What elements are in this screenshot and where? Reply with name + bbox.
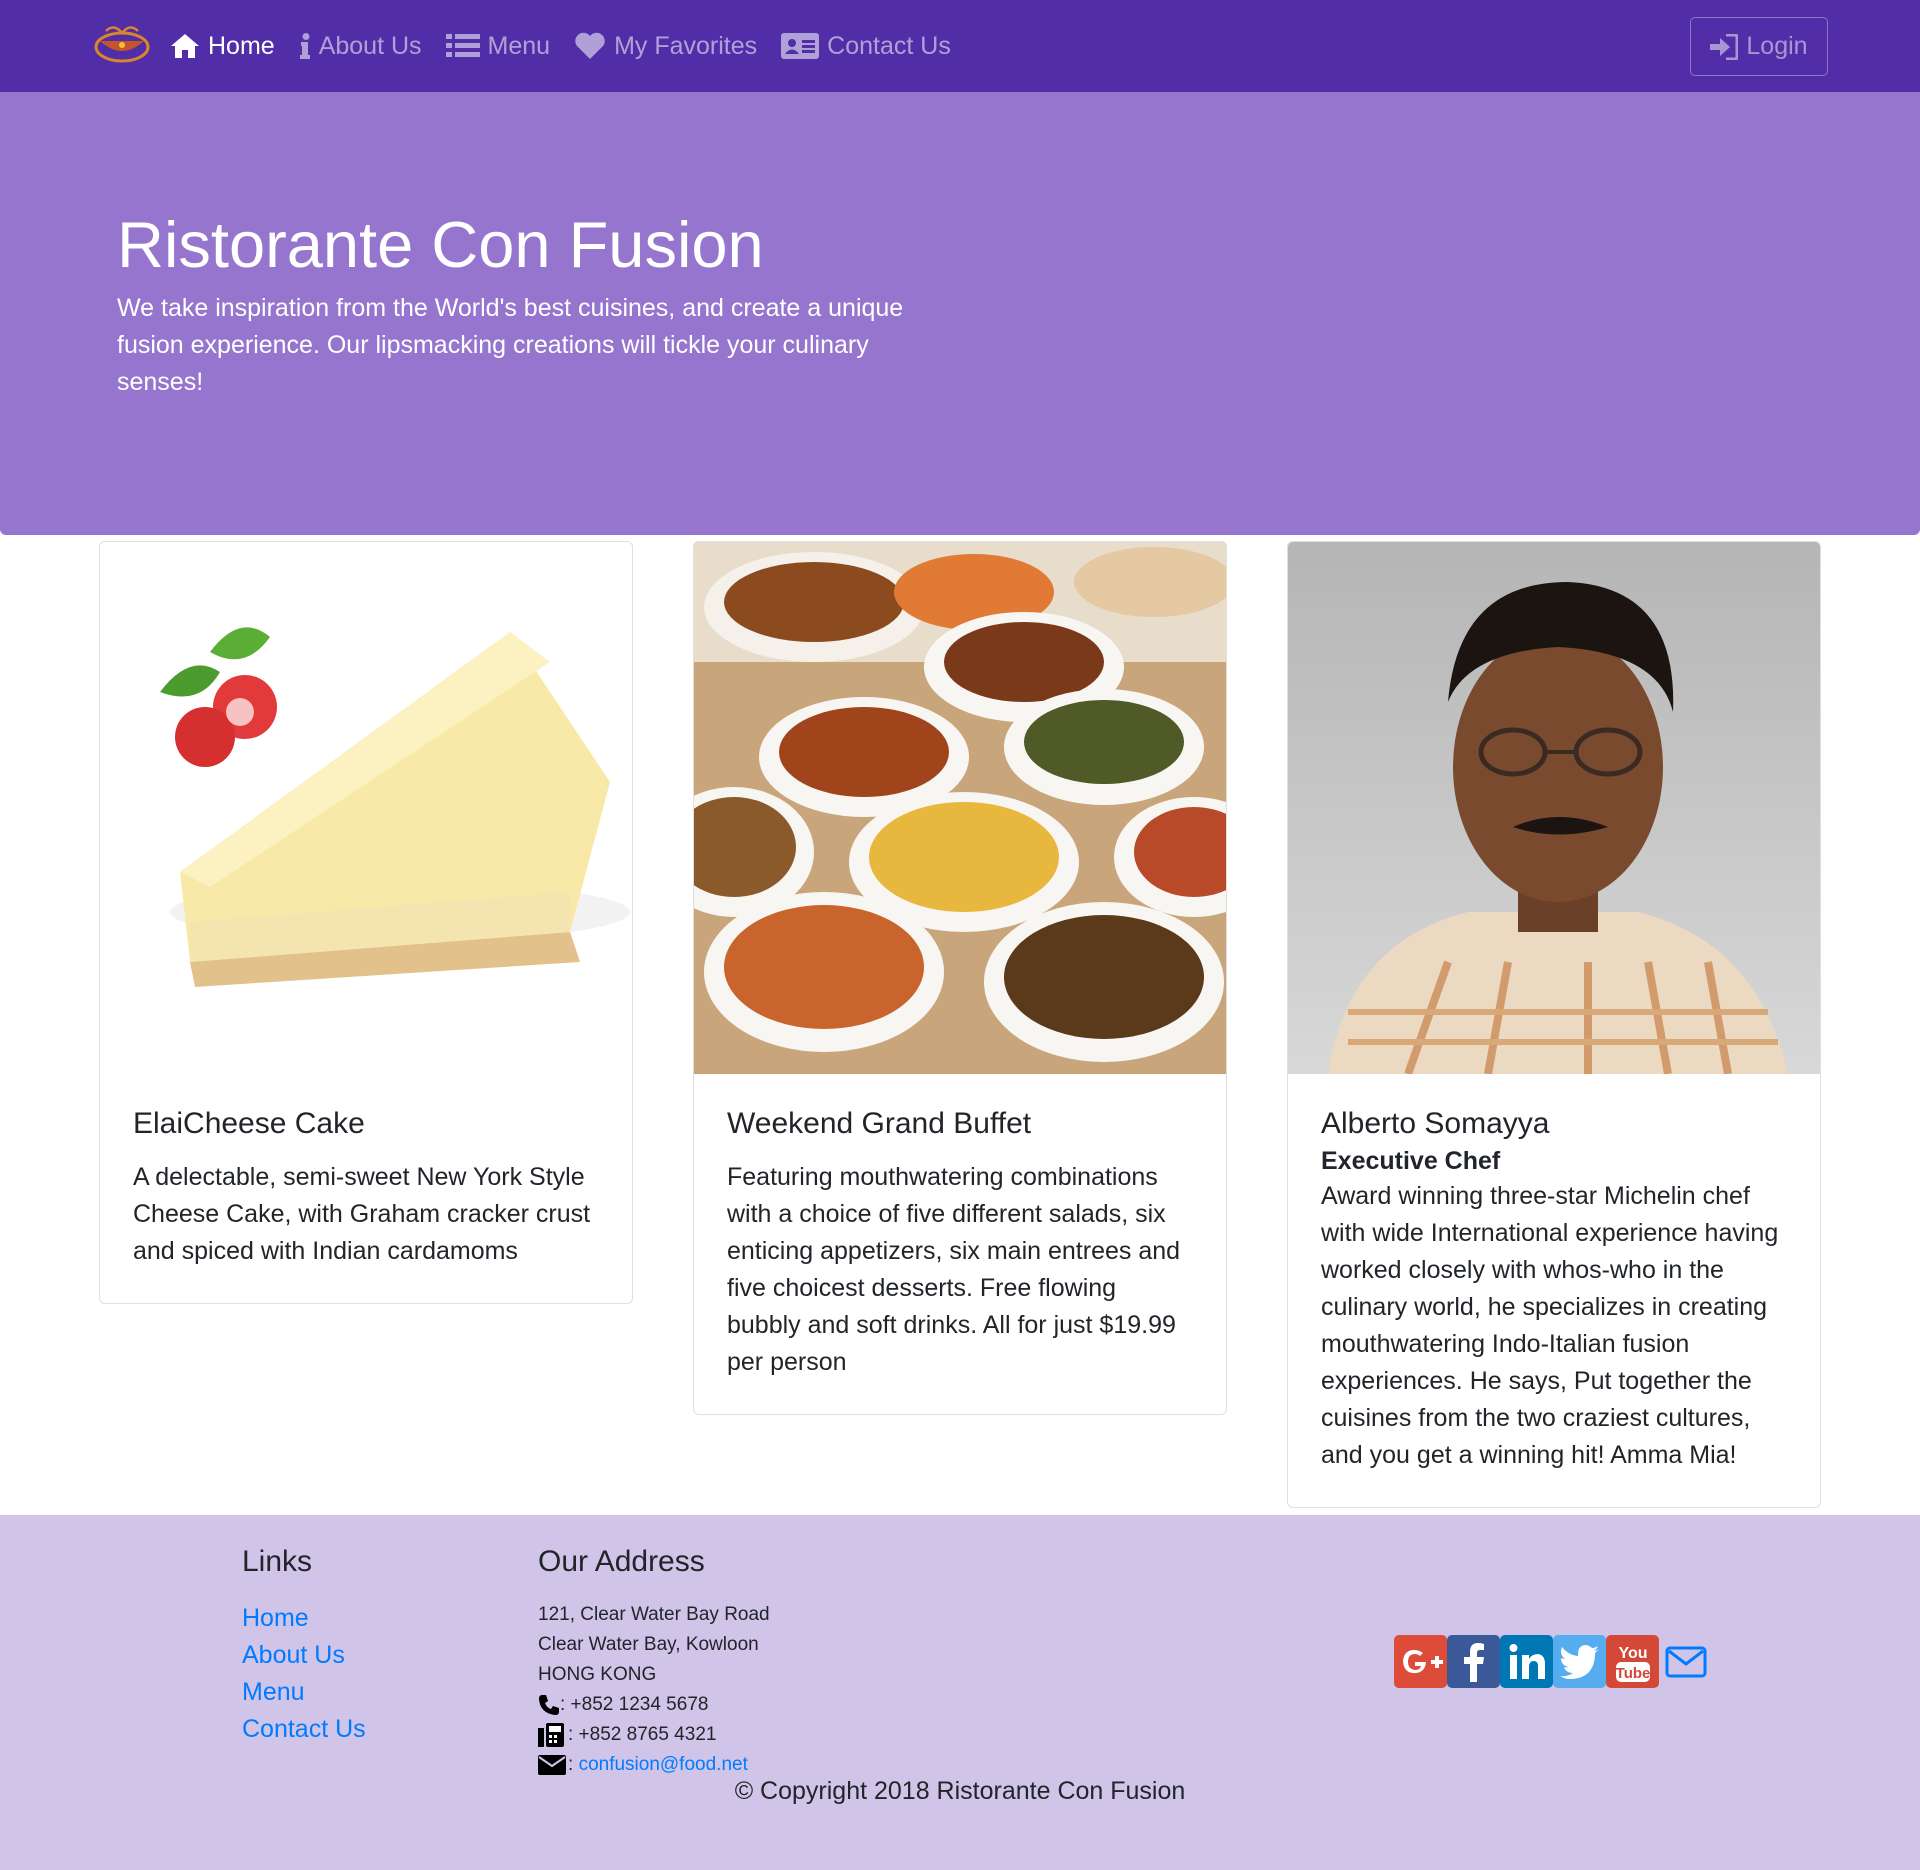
brand-logo[interactable] bbox=[90, 21, 154, 71]
hero-text: We take inspiration from the World's bes… bbox=[117, 294, 904, 396]
nav-item-label: Home bbox=[208, 31, 275, 60]
svg-text:Tube: Tube bbox=[1615, 1665, 1650, 1682]
links-heading: Links bbox=[242, 1545, 313, 1578]
address-card-icon bbox=[781, 33, 820, 59]
jumbotron: Ristorante Con Fusion We take inspiratio… bbox=[0, 92, 1920, 535]
phone-row: : +852 1234 5678 bbox=[538, 1690, 770, 1720]
footer-link-about[interactable]: About Us bbox=[242, 1637, 366, 1674]
nav-item-label: Menu bbox=[487, 31, 551, 60]
footer: Links Home About Us Menu Contact Us Our … bbox=[0, 1515, 1920, 1870]
address-line: HONG KONG bbox=[538, 1664, 657, 1685]
card-dish: ElaiCheese Cake A delectable, semi-sweet… bbox=[99, 541, 633, 1304]
svg-text:You: You bbox=[1618, 1645, 1647, 1662]
card-promotion: Weekend Grand Buffet Featuring mouthwate… bbox=[693, 541, 1227, 1415]
card-body: ElaiCheese Cake A delectable, semi-sweet… bbox=[100, 1074, 632, 1303]
linkedin-icon bbox=[1509, 1643, 1545, 1679]
email-row: : confusion@food.net bbox=[538, 1750, 770, 1780]
list-icon bbox=[445, 34, 480, 57]
footer-link-menu[interactable]: Menu bbox=[242, 1674, 366, 1711]
nav-item-menu[interactable]: Menu bbox=[445, 0, 551, 92]
fax-icon bbox=[538, 1723, 564, 1747]
nav-item-about[interactable]: About Us bbox=[299, 0, 422, 92]
social-links: You Tube bbox=[1394, 1635, 1712, 1688]
card-text: A delectable, semi-sweet New York Style … bbox=[133, 1163, 591, 1265]
chef-portrait-image bbox=[1288, 542, 1820, 1074]
heart-icon bbox=[575, 32, 605, 59]
linkedin-button[interactable] bbox=[1500, 1635, 1553, 1688]
nav-item-label: Contact Us bbox=[827, 31, 951, 60]
card-title: Alberto Somayya bbox=[1321, 1107, 1550, 1140]
buffet-image bbox=[694, 542, 1226, 1074]
card-body: Weekend Grand Buffet Featuring mouthwate… bbox=[694, 1074, 1226, 1414]
footer-links: Home About Us Menu Contact Us bbox=[242, 1600, 366, 1748]
nav-item-label: About Us bbox=[318, 31, 422, 60]
card-leader: Alberto Somayya Executive Chef Award win… bbox=[1287, 541, 1821, 1508]
navbar: Home About Us Menu My Favorites Contact … bbox=[0, 0, 1920, 92]
fax-row: : +852 8765 4321 bbox=[538, 1720, 770, 1750]
envelope-icon bbox=[538, 1755, 566, 1775]
info-icon bbox=[299, 33, 310, 59]
card-title: ElaiCheese Cake bbox=[133, 1107, 365, 1140]
card-subtitle: Executive Chef bbox=[1321, 1147, 1501, 1175]
email-button[interactable] bbox=[1659, 1635, 1712, 1688]
home-icon bbox=[171, 34, 199, 58]
phone-icon bbox=[539, 1695, 559, 1715]
twitter-icon bbox=[1559, 1644, 1599, 1679]
twitter-button[interactable] bbox=[1553, 1635, 1606, 1688]
nav-item-favorites[interactable]: My Favorites bbox=[574, 0, 757, 92]
google-plus-icon bbox=[1402, 1649, 1443, 1673]
footer-link-home[interactable]: Home bbox=[242, 1600, 366, 1637]
address-heading: Our Address bbox=[538, 1545, 705, 1578]
fax-number: : +852 8765 4321 bbox=[568, 1724, 717, 1745]
address-line: 121, Clear Water Bay Road bbox=[538, 1604, 770, 1625]
email-link[interactable]: confusion@food.net bbox=[579, 1750, 748, 1780]
card-text: Award winning three-star Michelin chef w… bbox=[1321, 1182, 1779, 1469]
footer-link-contact[interactable]: Contact Us bbox=[242, 1711, 366, 1748]
sign-in-icon bbox=[1710, 33, 1739, 60]
address-line: Clear Water Bay, Kowloon bbox=[538, 1634, 759, 1655]
address-block: 121, Clear Water Bay Road Clear Water Ba… bbox=[538, 1600, 770, 1780]
hero-title: Ristorante Con Fusion bbox=[117, 208, 764, 281]
facebook-button[interactable] bbox=[1447, 1635, 1500, 1688]
youtube-button[interactable]: You Tube bbox=[1606, 1635, 1659, 1688]
card-text: Featuring mouthwatering combinations wit… bbox=[727, 1163, 1181, 1376]
youtube-icon: You Tube bbox=[1615, 1645, 1650, 1682]
google-plus-button[interactable] bbox=[1394, 1635, 1447, 1688]
facebook-icon bbox=[1463, 1642, 1484, 1682]
cheesecake-image bbox=[100, 542, 632, 1074]
nav-item-home[interactable]: Home bbox=[170, 0, 275, 92]
nav-item-contact[interactable]: Contact Us bbox=[781, 0, 951, 92]
copyright: © Copyright 2018 Ristorante Con Fusion bbox=[734, 1777, 1186, 1805]
nav-inner: Home About Us Menu My Favorites Contact … bbox=[90, 0, 975, 92]
login-label: Login bbox=[1746, 32, 1808, 60]
envelope-outline-icon bbox=[1665, 1646, 1706, 1677]
login-button[interactable]: Login bbox=[1690, 17, 1828, 76]
phone-number: : +852 1234 5678 bbox=[560, 1694, 709, 1715]
card-title: Weekend Grand Buffet bbox=[727, 1107, 1032, 1140]
card-body: Alberto Somayya Executive Chef Award win… bbox=[1288, 1074, 1820, 1507]
nav-item-label: My Favorites bbox=[614, 31, 758, 60]
